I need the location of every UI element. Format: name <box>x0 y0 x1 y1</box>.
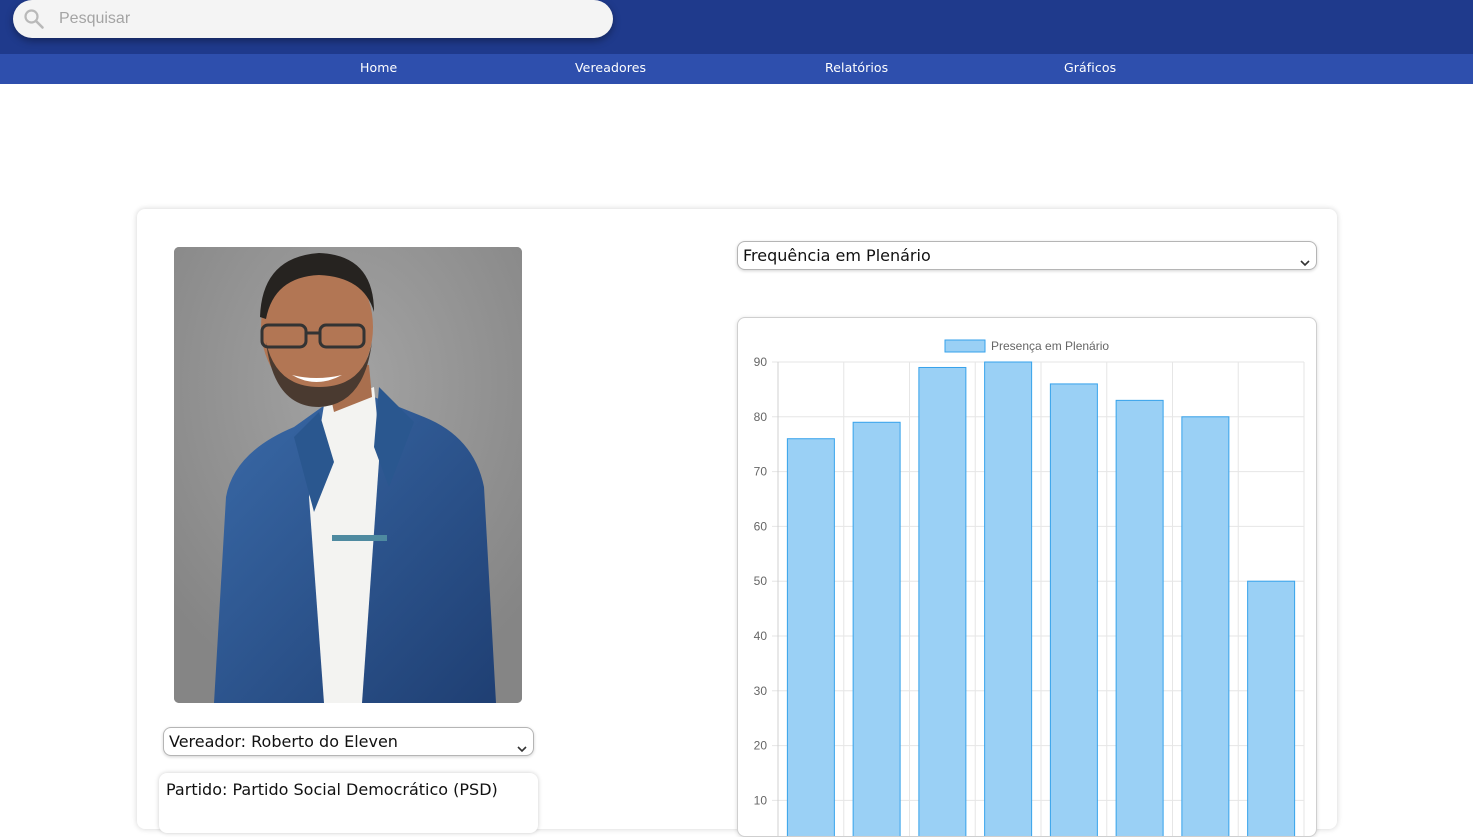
bar[interactable] <box>1049 383 1098 837</box>
y-tick-label: 80 <box>754 410 768 424</box>
y-tick-label: 10 <box>754 793 768 807</box>
legend-label: Presença em Plenário <box>991 339 1109 353</box>
nav-vereadores[interactable]: Vereadores <box>575 60 646 75</box>
vereador-photo <box>174 247 522 703</box>
chart-type-value: Frequência em Plenário <box>743 246 931 265</box>
bar[interactable] <box>1115 399 1164 837</box>
chevron-down-icon <box>1300 252 1310 266</box>
vereador-select[interactable]: Vereador: Roberto do Eleven <box>163 727 534 756</box>
y-tick-label: 40 <box>754 629 768 643</box>
bar[interactable] <box>1181 416 1230 837</box>
y-tick-label: 60 <box>754 519 768 533</box>
bar-chart: 10 20 30 40 50 60 70 80 90 Presença em Plenário <box>754 339 1305 837</box>
search-input[interactable] <box>59 6 599 32</box>
y-tick-label: 30 <box>754 684 768 698</box>
chart-card: 10 20 30 40 50 60 70 80 90 Presença em Plenário <box>737 317 1317 837</box>
search-bar[interactable] <box>13 0 613 38</box>
y-tick-label: 50 <box>754 574 768 588</box>
nav-graficos[interactable]: Gráficos <box>1064 60 1116 75</box>
bar[interactable] <box>852 421 901 837</box>
partido-text: Partido: Partido Social Democrático (PSD… <box>166 780 498 799</box>
bar[interactable] <box>786 438 835 837</box>
vereador-card: Vereador: Roberto do Eleven Partido: Par… <box>137 209 1337 837</box>
nav-relatorios[interactable]: Relatórios <box>825 60 888 75</box>
search-icon <box>23 8 45 30</box>
chevron-down-icon <box>517 738 527 752</box>
top-header <box>0 0 1473 54</box>
main-nav: Home Vereadores Relatórios Gráficos <box>0 54 1473 84</box>
y-tick-label: 20 <box>754 739 768 753</box>
chart-type-select[interactable]: Frequência em Plenário <box>737 241 1317 270</box>
y-tick-label: 70 <box>754 465 768 479</box>
vereador-select-value: Vereador: Roberto do Eleven <box>169 732 398 751</box>
bar[interactable] <box>1247 580 1296 837</box>
chart-legend[interactable]: Presença em Plenário <box>944 339 1109 353</box>
partido-info: Partido: Partido Social Democrático (PSD… <box>159 773 538 833</box>
bar[interactable] <box>984 361 1033 837</box>
y-tick-label: 90 <box>754 355 768 369</box>
nav-home[interactable]: Home <box>360 60 397 75</box>
bar[interactable] <box>918 366 967 837</box>
legend-swatch <box>944 339 986 353</box>
